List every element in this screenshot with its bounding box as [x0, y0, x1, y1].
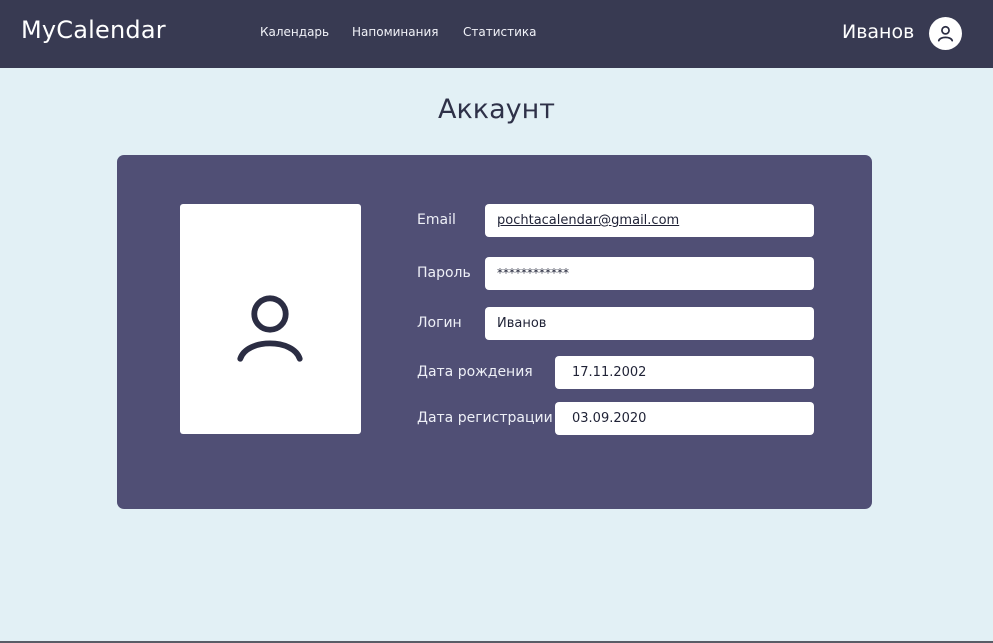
- nav-reminders[interactable]: Напоминания: [352, 25, 438, 39]
- registration-date-label: Дата регистрации: [417, 410, 553, 426]
- registration-date-field[interactable]: 03.09.2020: [555, 402, 814, 435]
- account-card: Email pochtacalendar@gmail.com Пароль **…: [117, 155, 872, 509]
- top-navbar: MyCalendar Календарь Напоминания Статист…: [0, 0, 993, 68]
- birth-date-field[interactable]: 17.11.2002: [555, 356, 814, 389]
- profile-photo[interactable]: [180, 204, 361, 434]
- login-label: Логин: [417, 315, 462, 331]
- user-icon: [237, 295, 303, 362]
- birth-date-label: Дата рождения: [417, 364, 533, 380]
- page-title: Аккаунт: [438, 94, 555, 125]
- user-icon: [937, 25, 954, 42]
- email-value[interactable]: pochtacalendar@gmail.com: [497, 213, 679, 228]
- app-logo[interactable]: MyCalendar: [21, 16, 166, 44]
- login-field[interactable]: Иванов: [485, 307, 814, 340]
- account-button[interactable]: [929, 17, 962, 50]
- user-name[interactable]: Иванов: [842, 21, 914, 43]
- nav-calendar[interactable]: Календарь: [260, 25, 329, 39]
- password-field[interactable]: ************: [485, 257, 814, 290]
- email-label: Email: [417, 212, 456, 228]
- nav-statistics[interactable]: Статистика: [463, 25, 537, 39]
- email-field[interactable]: pochtacalendar@gmail.com: [485, 204, 814, 237]
- password-label: Пароль: [417, 265, 471, 281]
